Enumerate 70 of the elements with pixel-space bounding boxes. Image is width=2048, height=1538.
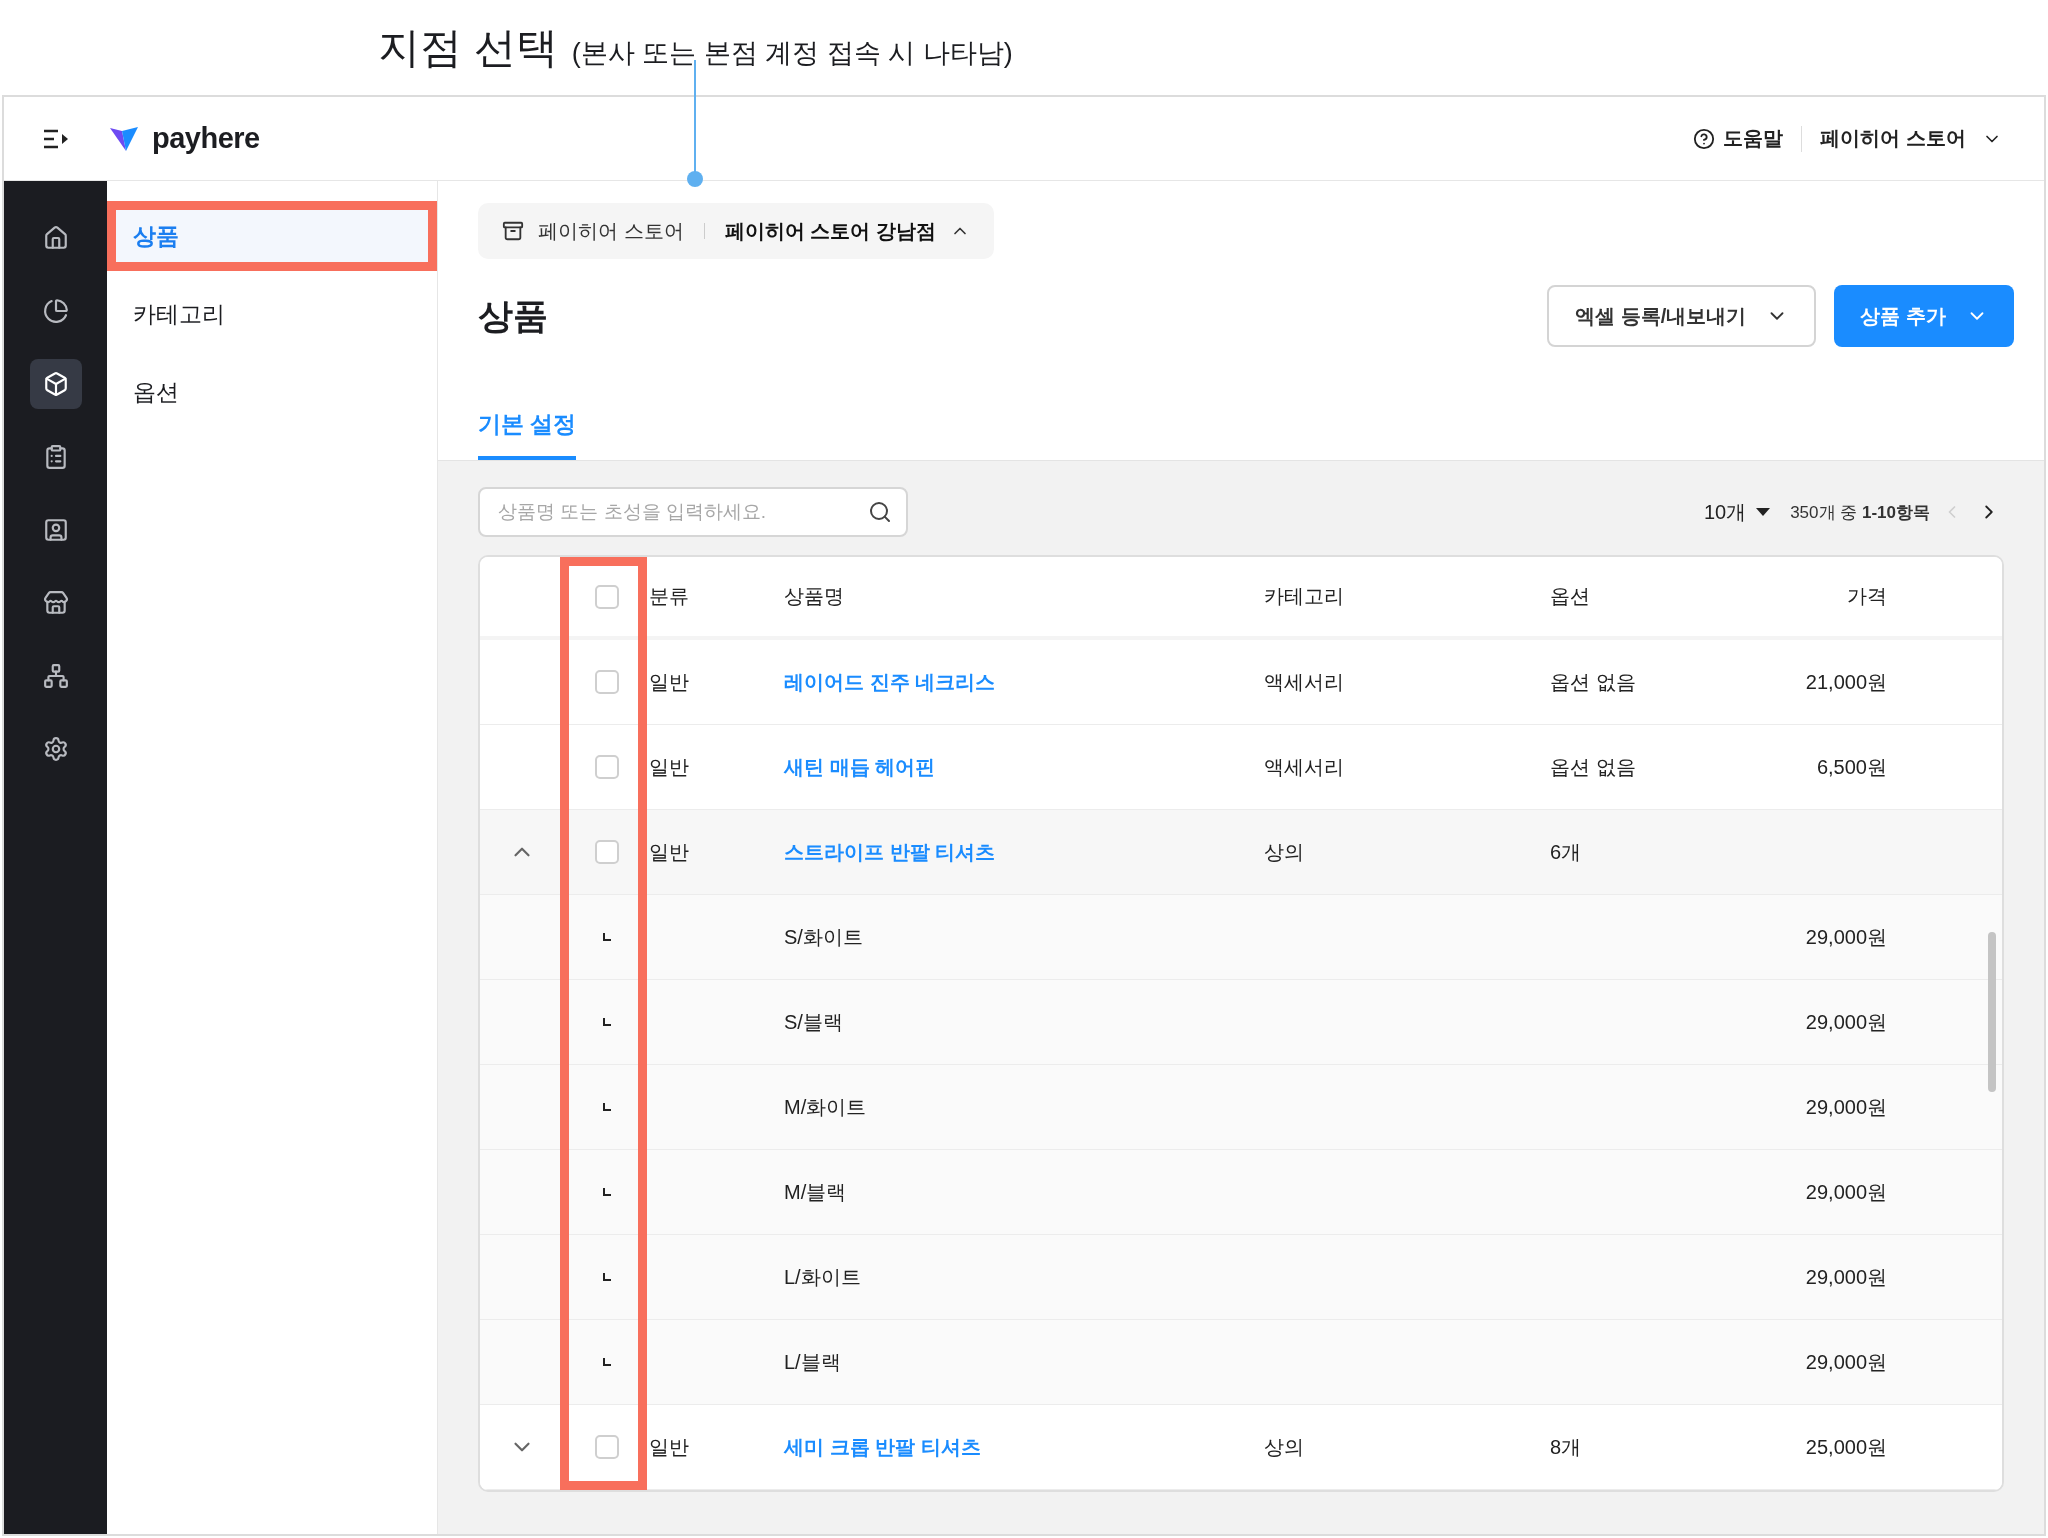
option-cell-text: 6개: [1550, 839, 1583, 865]
option-name: L/화이트: [784, 1264, 862, 1290]
branch-selector[interactable]: 페이히어 스토어 페이히어 스토어 강남점: [478, 203, 994, 259]
branch-icon: [601, 932, 612, 942]
hierarchy-icon: [42, 663, 69, 689]
row-checkbox[interactable]: [594, 1435, 619, 1459]
column-header: 분류: [649, 584, 690, 609]
price-cell-text: 29,000원: [1804, 1094, 1887, 1120]
nav-item[interactable]: [29, 359, 82, 409]
row-checkbox[interactable]: [594, 840, 619, 864]
search-icon[interactable]: [868, 500, 892, 524]
settings-icon: [42, 736, 69, 762]
option-name: M/블랙: [784, 1179, 848, 1205]
branch-icon: [601, 1102, 612, 1112]
category-cell-text: 상의: [1264, 839, 1305, 865]
option-cell-text: 옵션 없음: [1550, 754, 1637, 780]
logo-text: payhere: [152, 122, 260, 155]
scrollbar[interactable]: [1988, 932, 1996, 1092]
search-field[interactable]: 상품명 또는 초성을 입력하세요.: [478, 487, 908, 537]
submenu-item[interactable]: 옵션: [107, 357, 437, 427]
column-header: 카테고리: [1264, 584, 1345, 609]
page-summary: 350개 중 1-10항목: [1790, 501, 1930, 524]
category-cell-text: 액세서리: [1264, 754, 1345, 780]
type-cell-text: 일반: [649, 754, 690, 780]
option-cell-text: 8개: [1550, 1434, 1583, 1460]
row-checkbox[interactable]: [594, 670, 619, 694]
column-header: 옵션: [1550, 584, 1591, 609]
branch-icon: [601, 1272, 612, 1282]
type-cell-text: 일반: [649, 1434, 690, 1460]
submenu-item[interactable]: 상품: [107, 201, 437, 271]
type-cell-text: 일반: [649, 669, 690, 695]
option-name: L/블랙: [784, 1349, 842, 1375]
price-cell-text: 21,000원: [1804, 669, 1887, 695]
annotation-note: (본사 또는 본점 계정 접속 시 나타남): [571, 36, 1013, 70]
column-header: 상품명: [784, 584, 845, 609]
category-cell-text: 상의: [1264, 1434, 1305, 1460]
annotation-title: 지점 선택: [378, 22, 558, 73]
branch-icon: [601, 1017, 612, 1027]
caret-down-icon: [1756, 507, 1771, 517]
store-icon: [42, 590, 69, 616]
page-size-dropdown[interactable]: 10개: [1697, 497, 1777, 527]
branch-icon: [601, 1357, 612, 1367]
option-name: S/화이트: [784, 924, 864, 950]
branch-icon: [601, 1187, 612, 1197]
price-cell-text: 29,000원: [1804, 924, 1887, 950]
account-menu[interactable]: 페이히어 스토어: [1802, 124, 2008, 153]
page-title: 상품: [478, 294, 549, 337]
option-name: S/블랙: [784, 1009, 844, 1035]
price-cell-text: 29,000원: [1804, 1179, 1887, 1205]
option-cell-text: 옵션 없음: [1550, 669, 1637, 695]
price-cell-text: 29,000원: [1804, 1009, 1887, 1035]
help-link[interactable]: 도움말: [1675, 125, 1802, 152]
type-cell-text: 일반: [649, 839, 690, 865]
store-icon: [502, 220, 524, 242]
select-all-checkbox[interactable]: [594, 584, 619, 609]
category-cell-text: 액세서리: [1264, 669, 1345, 695]
price-cell-text: 25,000원: [1804, 1434, 1887, 1460]
price-cell-text: 29,000원: [1804, 1349, 1887, 1375]
user-card-icon: [42, 517, 69, 543]
excel-button[interactable]: 엑셀 등록/내보내기: [1547, 285, 1817, 347]
home-icon: [42, 225, 69, 251]
help-icon: [1693, 127, 1716, 150]
pie-chart-icon: [42, 298, 69, 324]
submenu-item[interactable]: 카테고리: [107, 279, 437, 349]
column-header: 가격: [1846, 584, 1887, 609]
box-icon: [42, 371, 69, 397]
price-cell-text: 29,000원: [1804, 1264, 1887, 1290]
row-checkbox[interactable]: [594, 755, 619, 779]
price-cell-text: 6,500원: [1815, 754, 1887, 780]
option-name: M/화이트: [784, 1094, 868, 1120]
